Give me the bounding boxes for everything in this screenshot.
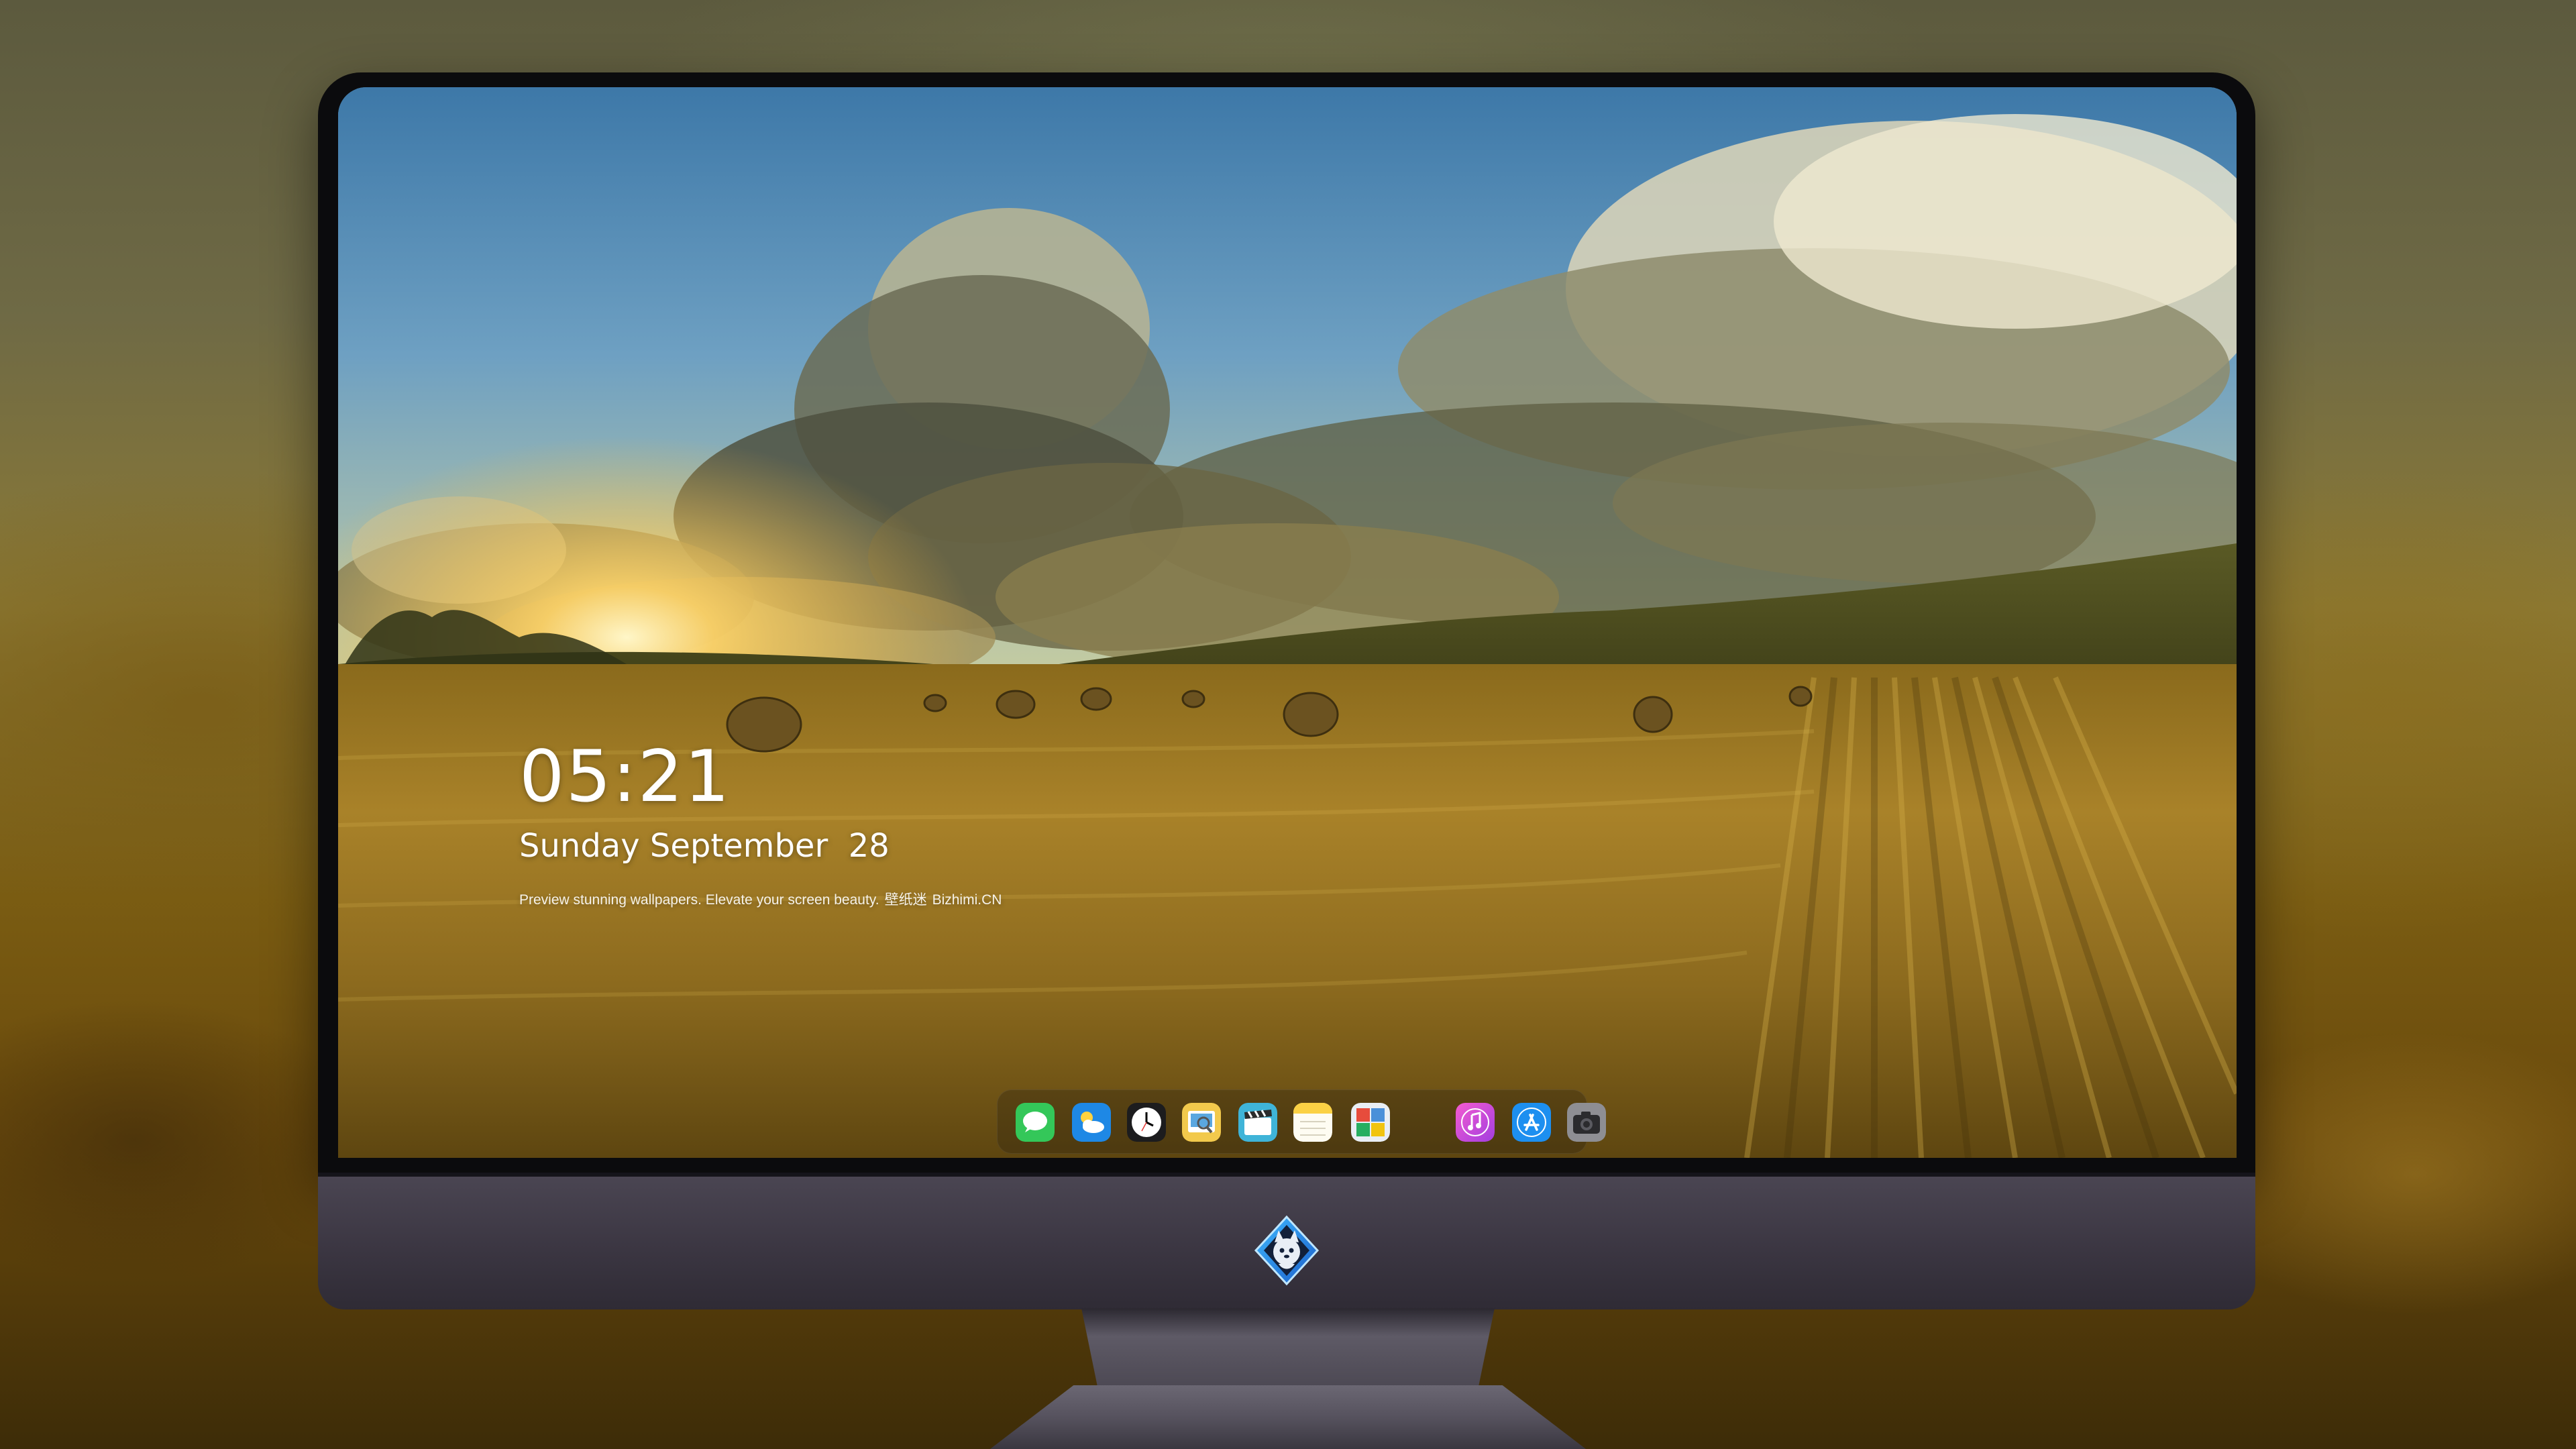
monitor-stand-neck	[1081, 1308, 1495, 1389]
wallpaper-image	[338, 87, 2237, 1158]
desktop-screen[interactable]: 05:21 Sunday September 28 Preview stunni…	[338, 87, 2237, 1158]
notes-icon[interactable]	[1293, 1103, 1332, 1142]
clock-time: 05:21	[519, 735, 731, 818]
tagline-text: Preview stunning wallpapers. Elevate you…	[519, 892, 879, 908]
wolf-mascot-logo-icon	[1254, 1215, 1320, 1286]
blurred-background: 05:21 Sunday September 28 Preview stunni…	[0, 0, 2576, 1449]
preview-icon[interactable]	[1182, 1103, 1221, 1142]
camera-icon[interactable]	[1567, 1103, 1606, 1142]
clapperboard-icon[interactable]	[1238, 1103, 1277, 1142]
monitor-bezel: 05:21 Sunday September 28 Preview stunni…	[318, 72, 2255, 1173]
tagline-brand-cn: 壁纸迷	[884, 892, 927, 908]
messages-icon[interactable]	[1016, 1103, 1055, 1142]
photo-booth-icon[interactable]	[1351, 1103, 1390, 1142]
clock-icon[interactable]	[1127, 1103, 1166, 1142]
app-store-icon[interactable]	[1512, 1103, 1551, 1142]
monitor-chin	[318, 1173, 2255, 1309]
clock-tagline: Preview stunning wallpapers. Elevate you…	[519, 889, 1007, 909]
music-note-icon[interactable]	[1456, 1103, 1495, 1142]
tagline-brand-en: Bizhimi.CN	[932, 892, 1002, 908]
weather-icon[interactable]	[1072, 1103, 1111, 1142]
monitor-stand-base	[990, 1385, 1586, 1449]
lockscreen-clock: 05:21 Sunday September 28 Preview stunni…	[519, 741, 1007, 909]
monitor: 05:21 Sunday September 28 Preview stunni…	[318, 72, 2255, 1449]
dock	[997, 1089, 1606, 1154]
clock-date: Sunday September 28	[519, 827, 890, 865]
